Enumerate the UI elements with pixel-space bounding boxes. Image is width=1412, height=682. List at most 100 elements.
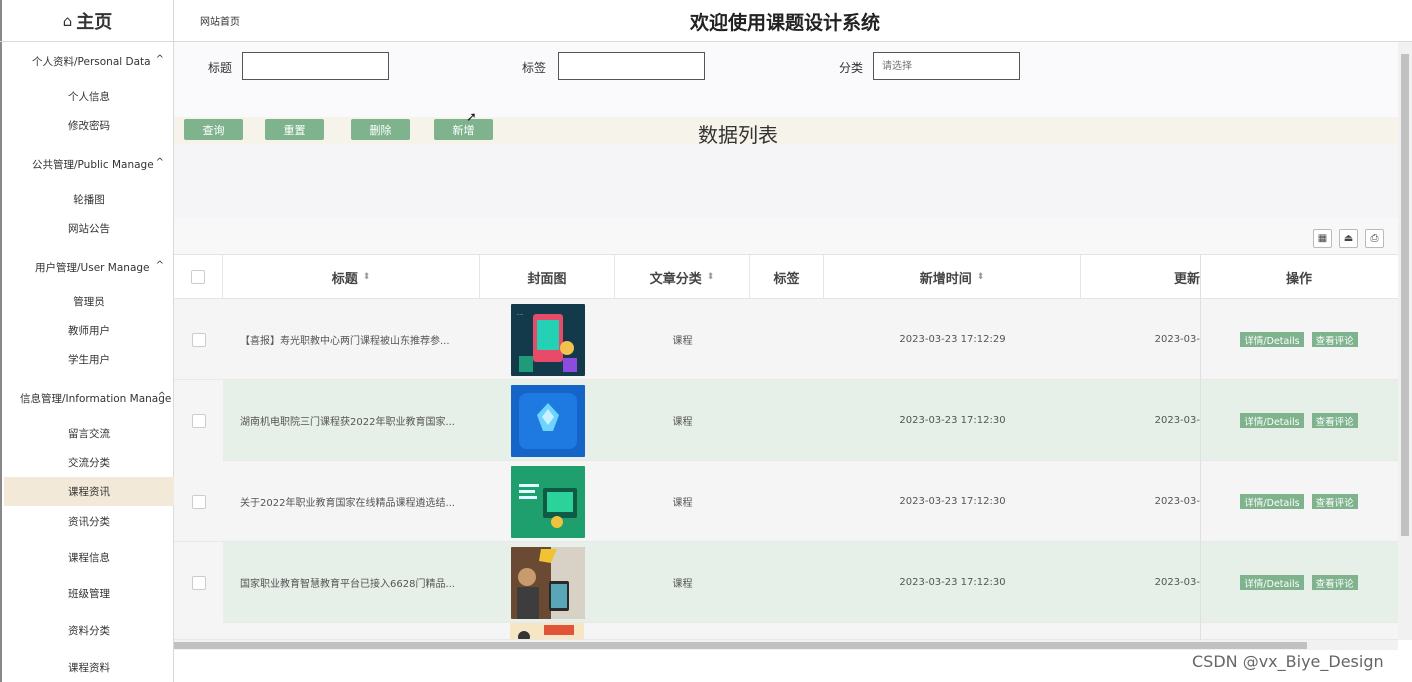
sidebar-group-label: 信息管理/Information Manage	[20, 393, 172, 405]
reset-button[interactable]: 重置	[265, 119, 324, 140]
sidebar-group-label: 个人资料/Personal Data	[32, 56, 151, 68]
sidebar-item-teacher[interactable]: 教师用户	[4, 316, 174, 345]
page-title: 欢迎使用课题设计系统	[690, 12, 881, 34]
sidebar-item-material-category[interactable]: 资料分类	[4, 616, 174, 645]
row-title: 国家职业教育智慧教育平台已接入6628门精品...	[240, 579, 455, 590]
mouse-cursor-icon: ➚	[466, 110, 477, 125]
sidebar-group-public[interactable]: 公共管理/Public Manage ^	[4, 157, 174, 172]
title-label: 标题	[208, 61, 233, 75]
home-label: 主页	[76, 11, 113, 33]
horizontal-scrollbar-thumb[interactable]	[174, 642, 1307, 649]
row-tag	[750, 542, 824, 623]
export-icon[interactable]: ⏏	[1339, 229, 1358, 248]
chevron-up-icon: ^	[155, 54, 164, 65]
row-select-cell	[174, 299, 223, 380]
column-tag: 标签	[750, 255, 824, 299]
table-toolbar: ▦ ⏏ ⎙	[174, 218, 1398, 255]
row-added-time: 2023-03-23 17:12:30	[899, 415, 1006, 426]
sort-icon[interactable]: ⬍	[363, 272, 371, 282]
row-title: 【喜报】寿光职教中心两门课程被山东推荐参...	[240, 336, 450, 347]
chevron-up-icon: ^	[155, 260, 164, 271]
breadcrumb[interactable]: 网站首页	[200, 13, 240, 28]
chevron-up-icon: ^	[157, 391, 166, 402]
sidebar-item-messages[interactable]: 留言交流	[4, 419, 174, 448]
sidebar-item-materials[interactable]: 课程资料	[4, 653, 174, 682]
row-checkbox[interactable]	[191, 332, 206, 347]
column-added-time[interactable]: 新增时间 ⬍	[824, 255, 1081, 299]
row-checkbox[interactable]	[191, 413, 206, 428]
column-category[interactable]: 文章分类 ⬍	[615, 255, 750, 299]
row-checkbox[interactable]	[191, 494, 206, 509]
query-button[interactable]: 查询	[184, 119, 243, 140]
column-title[interactable]: 标题 ⬍	[223, 255, 480, 299]
sidebar-item-class[interactable]: 班级管理	[4, 579, 174, 608]
sort-icon[interactable]: ⬍	[707, 272, 715, 282]
sidebar-item-course-info[interactable]: 课程信息	[4, 543, 174, 572]
cover-image[interactable]: ·····	[510, 303, 585, 376]
sidebar-item-password[interactable]: 修改密码	[4, 111, 174, 140]
row-added-time: 2023-03-23 17:12:30	[899, 577, 1006, 588]
sidebar-item-msg-category[interactable]: 交流分类	[4, 448, 174, 477]
column-updated-time[interactable]: 更新	[1081, 255, 1200, 299]
row-cover	[480, 461, 615, 542]
row-title: 湖南机电职院三门课程获2022年职业教育国家...	[240, 417, 455, 428]
column-label: 标题	[331, 271, 358, 287]
sidebar-group-label: 用户管理/User Manage	[35, 262, 150, 274]
row-category: 课程	[672, 336, 693, 347]
column-label: 新增时间	[919, 271, 972, 287]
column-label: 更新	[1173, 271, 1200, 287]
row-cover	[480, 542, 615, 623]
cover-image[interactable]	[510, 384, 585, 457]
row-cover	[480, 380, 615, 461]
sidebar-group-info[interactable]: 信息管理/Information Manage ^	[4, 391, 174, 406]
sidebar-group-personal[interactable]: 个人资料/Personal Data ^	[4, 54, 174, 69]
sidebar-group-label: 公共管理/Public Manage	[32, 159, 154, 171]
sidebar-item-profile[interactable]: 个人信息	[4, 82, 174, 111]
sidebar-item-carousel[interactable]: 轮播图	[4, 185, 174, 214]
column-label: 文章分类	[649, 271, 702, 287]
row-select-cell	[174, 542, 223, 623]
column-label: 标签	[773, 271, 800, 287]
cover-image[interactable]	[510, 465, 585, 538]
vertical-scrollbar-thumb[interactable]	[1401, 54, 1409, 536]
sidebar-item-course-news[interactable]: 课程资讯	[4, 477, 174, 506]
sidebar-group-users[interactable]: 用户管理/User Manage ^	[4, 260, 174, 275]
sidebar: 个人资料/Personal Data ^ 个人信息 修改密码 公共管理/Publ…	[0, 42, 174, 682]
category-select[interactable]	[873, 52, 1020, 80]
print-icon[interactable]: ⎙	[1365, 229, 1384, 248]
home-icon: ⌂	[62, 11, 73, 30]
chevron-up-icon: ^	[155, 157, 164, 168]
actions-column-divider	[1200, 255, 1398, 641]
sidebar-item-news-category[interactable]: 资讯分类	[4, 507, 174, 536]
row-tag	[750, 380, 824, 461]
select-all-cell	[174, 255, 223, 299]
title-input[interactable]	[242, 52, 389, 80]
row-updated-time: 2023-03-	[1154, 496, 1200, 507]
delete-button[interactable]: 删除	[351, 119, 410, 140]
row-added-time: 2023-03-23 17:12:29	[899, 334, 1006, 345]
main-content: 标题 标签 分类 查询 重置 删除 新增 数据列表 ▦ ⏏ ⎙ 标题⬍ 封面图 …	[174, 42, 1412, 682]
row-category: 课程	[672, 498, 693, 509]
cover-image[interactable]	[510, 546, 585, 619]
row-checkbox[interactable]	[191, 575, 206, 590]
tag-label: 标签	[522, 61, 547, 75]
sort-icon[interactable]: ⬍	[977, 272, 985, 282]
home-link[interactable]: ⌂ 主页	[0, 0, 174, 41]
sidebar-item-announcement[interactable]: 网站公告	[4, 214, 174, 243]
select-all-checkbox[interactable]	[191, 270, 205, 284]
columns-icon[interactable]: ▦	[1313, 229, 1332, 248]
sidebar-item-student[interactable]: 学生用户	[4, 345, 174, 374]
top-bar: ⌂ 主页 网站首页 欢迎使用课题设计系统	[0, 0, 1412, 42]
row-updated-time: 2023-03-	[1154, 577, 1200, 588]
row-tag	[750, 299, 824, 380]
sidebar-item-admin[interactable]: 管理员	[4, 287, 174, 316]
cover-image[interactable]	[510, 623, 584, 640]
svg-text:·····: ·····	[517, 312, 523, 317]
add-button[interactable]: 新增	[434, 119, 493, 140]
tag-input[interactable]	[558, 52, 705, 80]
column-label: 封面图	[527, 271, 567, 287]
row-category: 课程	[672, 579, 693, 590]
row-added-time: 2023-03-23 17:12:30	[899, 496, 1006, 507]
row-title: 关于2022年职业教育国家在线精品课程遴选结...	[240, 498, 455, 509]
search-form: 标题 标签 分类	[174, 42, 1398, 117]
